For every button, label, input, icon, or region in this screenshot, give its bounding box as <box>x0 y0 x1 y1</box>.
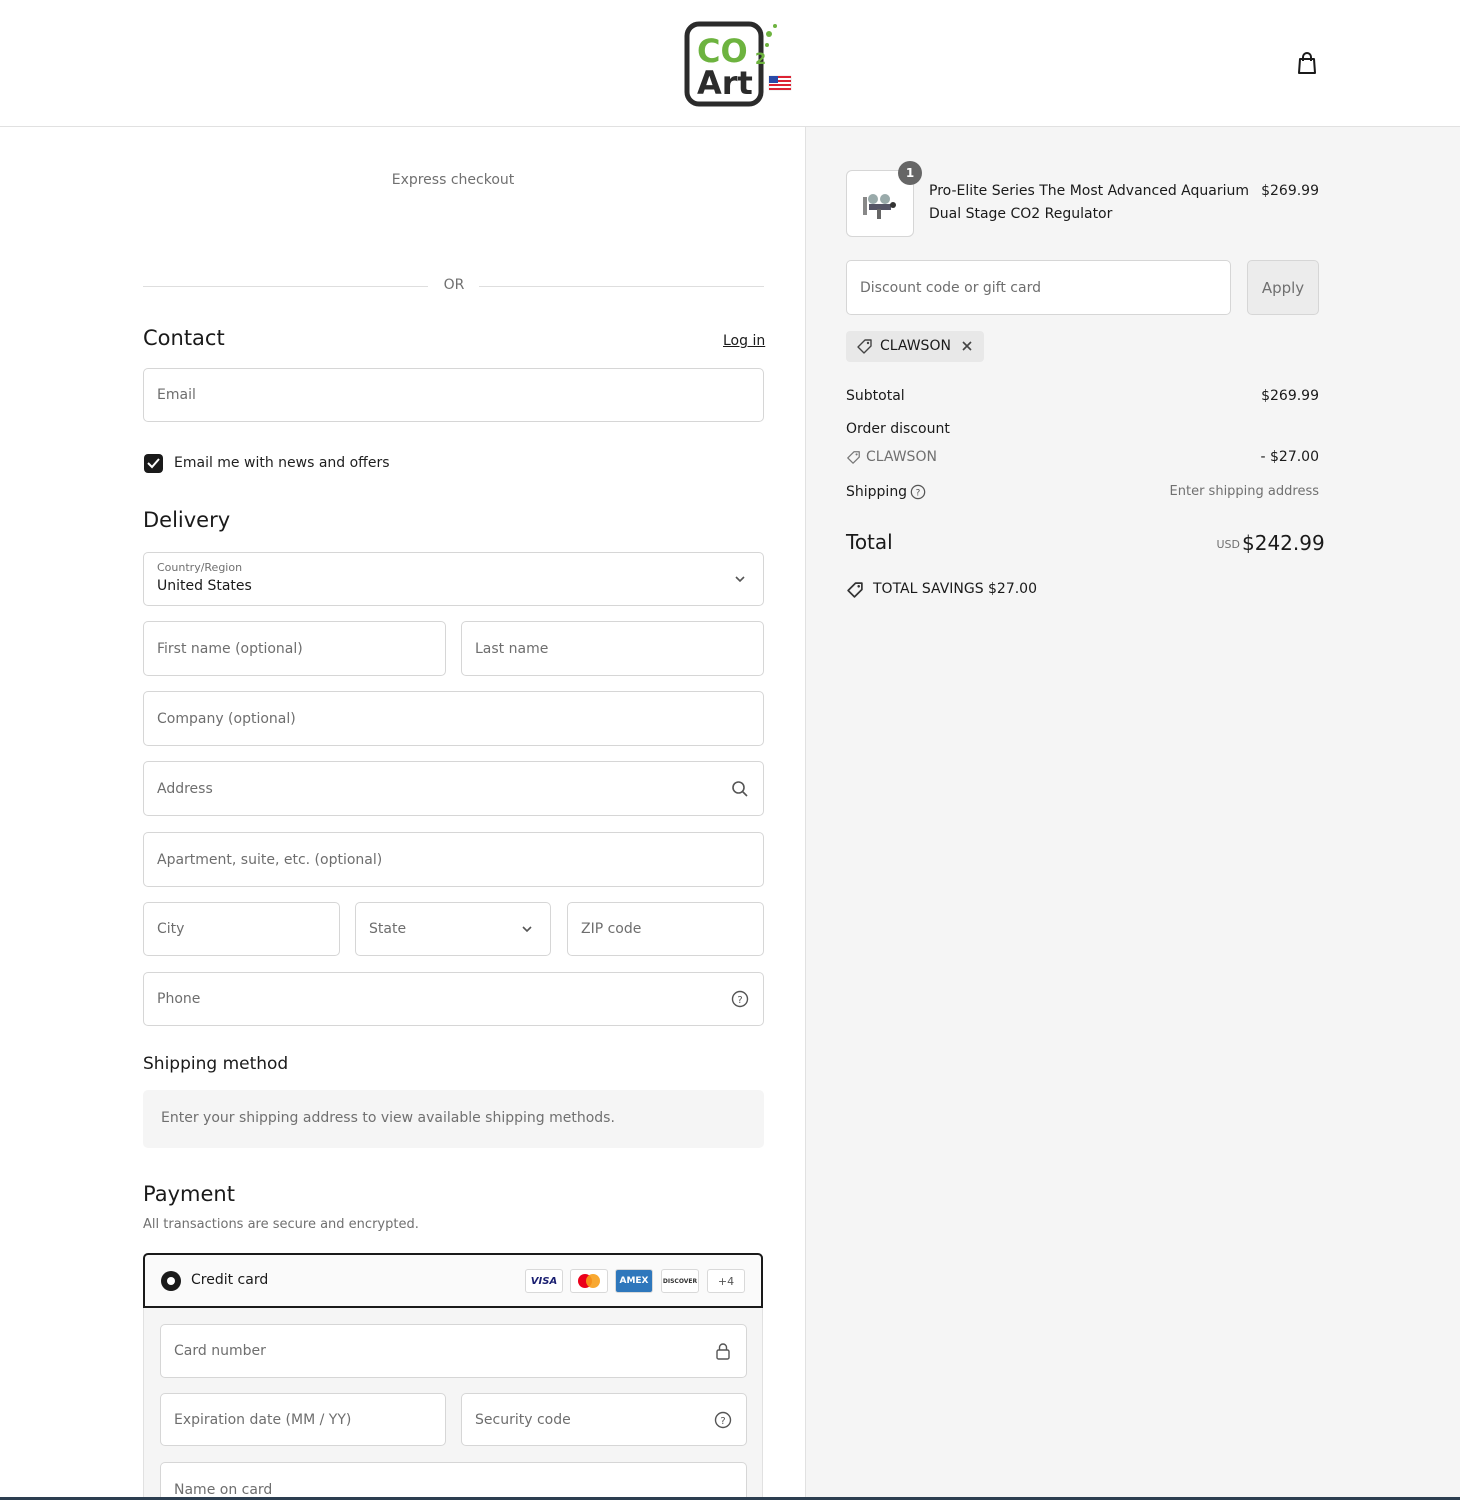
login-link[interactable]: Log in <box>723 333 765 349</box>
email-placeholder: Email <box>157 387 196 403</box>
subtotal-value: $269.99 <box>1261 388 1319 404</box>
divider-left <box>143 286 428 287</box>
card-number-placeholder: Card number <box>174 1343 266 1359</box>
zip-placeholder: ZIP code <box>581 921 642 937</box>
country-select[interactable]: Country/Region United States <box>143 552 764 606</box>
delivery-title: Delivery <box>143 508 231 532</box>
help-icon[interactable]: ? <box>714 1411 732 1429</box>
svg-text:?: ? <box>720 1416 725 1427</box>
express-checkout-label: Express checkout <box>391 172 515 188</box>
name-on-card-field[interactable]: Name on card <box>160 1462 747 1500</box>
phone-placeholder: Phone <box>157 991 201 1007</box>
country-value: United States <box>157 578 252 594</box>
help-icon[interactable]: ? <box>910 484 926 504</box>
first-name-placeholder: First name (optional) <box>157 640 303 657</box>
lock-icon <box>714 1342 732 1360</box>
credit-card-label: Credit card <box>191 1272 269 1288</box>
subtotal-label: Subtotal <box>846 388 905 404</box>
svg-text:Art: Art <box>697 64 753 102</box>
security-code-field[interactable]: Security code ? <box>461 1393 747 1446</box>
visa-icon: VISA <box>525 1269 563 1293</box>
address-field[interactable]: Address <box>143 761 764 816</box>
product-price: $269.99 <box>1261 183 1319 199</box>
contact-title: Contact <box>143 326 225 350</box>
chevron-down-icon <box>518 920 536 938</box>
payment-subtitle: All transactions are secure and encrypte… <box>143 1217 419 1232</box>
discount-code-field[interactable]: Discount code or gift card <box>846 260 1231 315</box>
total-savings-label: TOTAL SAVINGS <box>873 581 984 597</box>
mastercard-icon <box>570 1269 608 1293</box>
product-name-line2: Dual Stage CO2 Regulator <box>929 206 1113 222</box>
apartment-field[interactable]: Apartment, suite, etc. (optional) <box>143 832 764 887</box>
shipping-method-notice: Enter your shipping address to view avai… <box>161 1110 615 1126</box>
news-offers-checkbox[interactable] <box>144 454 163 473</box>
name-on-card-placeholder: Name on card <box>174 1482 273 1498</box>
total-savings-value: $27.00 <box>988 581 1037 597</box>
credit-card-radio[interactable] <box>161 1271 181 1291</box>
order-discount-label: Order discount <box>846 421 950 437</box>
payment-title: Payment <box>143 1182 235 1206</box>
apply-discount-button[interactable]: Apply <box>1247 260 1319 315</box>
shipping-label: Shipping <box>846 484 908 500</box>
tag-icon <box>856 338 873 359</box>
address-placeholder: Address <box>157 780 213 797</box>
svg-text:?: ? <box>916 489 921 499</box>
discount-code-line: CLAWSON <box>866 449 937 465</box>
discount-value: - $27.00 <box>1260 449 1320 465</box>
city-placeholder: City <box>157 921 185 937</box>
divider-right <box>479 286 764 287</box>
help-icon[interactable]: ? <box>731 990 749 1008</box>
product-name-line1: Pro-Elite Series The Most Advanced Aquar… <box>929 183 1249 199</box>
shipping-value: Enter shipping address <box>1169 484 1319 499</box>
credit-card-option[interactable]: Credit card VISA AMEX DISCOVER +4 <box>143 1253 763 1308</box>
phone-field[interactable]: Phone ? <box>143 972 764 1026</box>
shipping-method-notice-box: Enter your shipping address to view avai… <box>143 1090 764 1148</box>
savings-tag-icon <box>846 581 864 603</box>
expiration-placeholder: Expiration date (MM / YY) <box>174 1411 352 1428</box>
security-code-placeholder: Security code <box>475 1411 571 1428</box>
search-icon <box>731 780 749 798</box>
company-placeholder: Company (optional) <box>157 710 296 727</box>
state-select[interactable]: State <box>355 902 551 956</box>
apartment-placeholder: Apartment, suite, etc. (optional) <box>157 851 383 868</box>
email-field[interactable]: Email <box>143 368 764 422</box>
applied-discount-chip: CLAWSON <box>846 331 984 362</box>
applied-discount-code: CLAWSON <box>880 338 951 354</box>
expiration-date-field[interactable]: Expiration date (MM / YY) <box>160 1393 446 1446</box>
more-cards-badge: +4 <box>707 1269 745 1293</box>
zip-field[interactable]: ZIP code <box>567 902 764 956</box>
svg-text:2: 2 <box>755 49 766 68</box>
quantity-badge: 1 <box>898 161 922 185</box>
first-name-field[interactable]: First name (optional) <box>143 621 446 676</box>
news-offers-label: Email me with news and offers <box>174 455 390 471</box>
or-divider-label: OR <box>443 277 465 293</box>
shipping-method-title: Shipping method <box>143 1054 289 1074</box>
remove-discount-icon[interactable] <box>960 337 974 359</box>
discount-code-placeholder: Discount code or gift card <box>860 279 1041 296</box>
svg-text:?: ? <box>737 995 742 1006</box>
last-name-field[interactable]: Last name <box>461 621 764 676</box>
store-logo[interactable]: CO 2 Art <box>683 18 795 110</box>
total-value: $242.99 <box>1242 531 1325 555</box>
discover-icon: DISCOVER <box>661 1269 699 1293</box>
company-field[interactable]: Company (optional) <box>143 691 764 746</box>
country-label: Country/Region <box>157 561 243 574</box>
last-name-placeholder: Last name <box>475 640 549 657</box>
state-placeholder: State <box>369 921 407 937</box>
currency-code: USD <box>1216 538 1240 551</box>
city-field[interactable]: City <box>143 902 340 956</box>
tag-icon <box>846 450 861 469</box>
shopping-bag-icon[interactable] <box>1294 50 1320 76</box>
chevron-down-icon <box>731 570 749 588</box>
card-number-field[interactable]: Card number <box>160 1324 747 1378</box>
header: CO 2 Art <box>0 0 1460 127</box>
amex-icon: AMEX <box>615 1269 653 1293</box>
total-label: Total <box>846 530 893 554</box>
